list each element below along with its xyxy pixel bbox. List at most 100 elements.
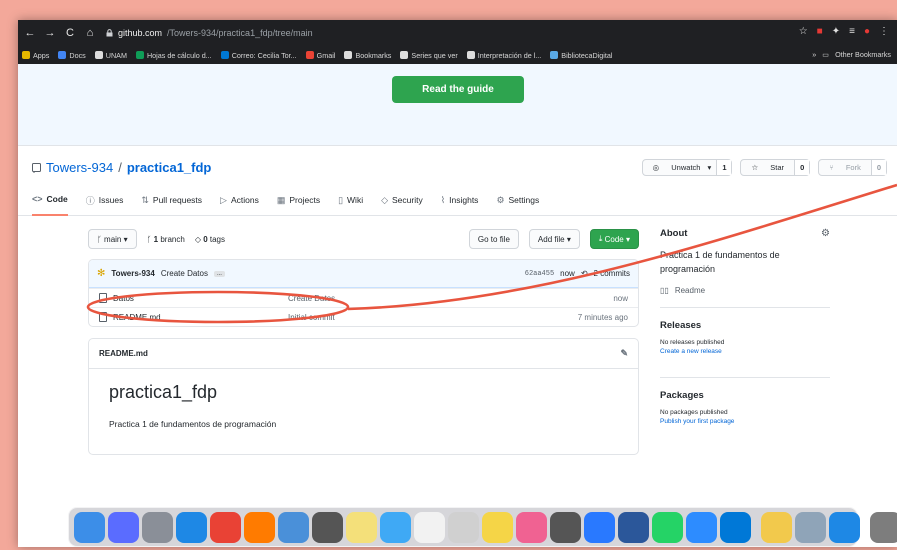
bookmark-label: Interpretación de l...	[477, 50, 542, 60]
tab-insights[interactable]: ⌇ Insights	[441, 184, 479, 216]
readme-link[interactable]: ▯▯ Readme	[660, 286, 830, 295]
code-button[interactable]: ⤓ Code ▾	[589, 229, 639, 249]
dock-app-icon[interactable]	[312, 511, 343, 543]
dock-app-icon[interactable]	[618, 511, 649, 543]
repo-name-link[interactable]: practica1_fdp	[127, 160, 212, 175]
tab-icon: <>	[32, 194, 43, 204]
tab-code[interactable]: <> Code	[32, 184, 68, 216]
dock-app-icon[interactable]	[482, 511, 513, 543]
bookmark-item[interactable]: Apps	[22, 51, 49, 60]
dock-app-icon[interactable]	[176, 511, 207, 543]
dock-app-icon[interactable]	[414, 511, 445, 543]
dock-app-icon[interactable]	[550, 511, 581, 543]
bookmark-item[interactable]: Series que ver	[400, 50, 458, 60]
gear-icon[interactable]: ⚙	[821, 228, 830, 239]
divider	[660, 377, 830, 378]
tab-icon: ◇	[381, 194, 389, 205]
dock-app-icon[interactable]	[74, 511, 105, 543]
releases-title[interactable]: Releases	[660, 320, 830, 331]
go-to-file-button[interactable]: Go to file	[468, 229, 519, 249]
dock-app-icon[interactable]	[244, 511, 275, 543]
menu-icon[interactable]: ⋮	[879, 26, 889, 37]
dock-app-icon[interactable]	[346, 511, 377, 543]
reload-icon[interactable]: C	[62, 27, 78, 39]
file-name[interactable]: Datos	[113, 294, 288, 303]
author-avatar[interactable]: ✻	[97, 268, 105, 279]
dock-app-icon[interactable]	[584, 511, 615, 543]
tab-actions[interactable]: ▷ Actions	[220, 184, 259, 216]
dock-app-icon[interactable]	[795, 511, 826, 543]
repo-owner-link[interactable]: Towers-934	[46, 160, 113, 175]
about-title: About	[660, 228, 688, 239]
packages-title[interactable]: Packages	[660, 390, 830, 401]
dock-app-icon[interactable]	[108, 511, 139, 543]
tab-icon: ⌇	[440, 194, 446, 205]
bookmark-item[interactable]: Correo: Cecilia Tor...	[220, 51, 297, 60]
tab-pull-requests[interactable]: ⇅ Pull requests	[141, 184, 202, 216]
file-commit-message[interactable]: Create Datos	[288, 294, 613, 303]
bookmark-item[interactable]: UNAM	[94, 50, 127, 60]
bookmark-item[interactable]: Interpretación de l...	[466, 50, 542, 60]
address-bar[interactable]: github.com/Towers-934/practica1_fdp/tree…	[106, 28, 313, 38]
publish-package-link[interactable]: Publish your first package	[660, 418, 830, 425]
profile-avatar[interactable]: ●	[864, 26, 870, 37]
star-button[interactable]: ☆ Star 0	[740, 159, 811, 176]
tab-label: Issues	[98, 195, 124, 205]
file-row[interactable]: README.md Initial commit 7 minutes ago	[89, 307, 638, 326]
file-name[interactable]: README.md	[113, 313, 288, 322]
branches-link[interactable]: ᚴ 1 branch	[147, 235, 185, 244]
tab-projects[interactable]: ▦ Projects	[277, 184, 320, 216]
bookmark-item[interactable]: Bookmarks	[344, 51, 391, 60]
dock-app-icon[interactable]	[380, 511, 411, 543]
dock-app-icon[interactable]	[278, 511, 309, 543]
back-icon[interactable]: ←	[22, 27, 38, 39]
commit-sha[interactable]: 62aa455	[525, 270, 554, 278]
dock-app-icon[interactable]	[870, 511, 897, 543]
home-icon[interactable]: ⌂	[82, 27, 98, 39]
tab-security[interactable]: ◇ Security	[381, 184, 423, 216]
bookmarks-overflow[interactable]: »	[812, 50, 816, 59]
dock-app-icon[interactable]	[829, 511, 860, 543]
watch-button[interactable]: ◎ Unwatch ▾ 1	[641, 159, 733, 176]
dock-app-icon[interactable]	[210, 511, 241, 543]
commit-author[interactable]: Towers-934	[111, 269, 154, 278]
bookmark-item[interactable]: BibliotecaDigital	[550, 51, 612, 60]
tab-wiki[interactable]: ▯ Wiki	[338, 184, 363, 216]
packages-none: No packages published	[660, 409, 728, 416]
dock-app-icon[interactable]	[761, 511, 792, 543]
file-browser: ✻ Towers-934 Create Datos ... 62aa455 no…	[88, 259, 639, 327]
dock-app-icon[interactable]	[652, 511, 683, 543]
tags-link[interactable]: ◇ 0 tags	[195, 235, 225, 244]
bookmark-label: Docs	[69, 50, 86, 60]
dock-app-icon[interactable]	[448, 511, 479, 543]
star-bookmark-icon[interactable]: ☆	[799, 26, 808, 37]
forward-icon[interactable]: →	[42, 27, 58, 39]
extension-icon[interactable]: ■	[817, 26, 823, 37]
branch-select[interactable]: ᚴ main ▾	[88, 229, 137, 249]
dock-app-icon[interactable]	[142, 511, 173, 543]
puzzle-icon[interactable]: ✦	[832, 26, 840, 37]
url-host: github.com	[118, 28, 163, 38]
bookmark-item[interactable]: Docs	[58, 50, 86, 60]
commit-message[interactable]: Create Datos	[161, 269, 208, 278]
dock-app-icon[interactable]	[516, 511, 547, 543]
fork-button[interactable]: ⑂ Fork 0	[818, 159, 887, 176]
read-guide-button[interactable]: Read the guide	[392, 76, 524, 103]
reading-list-icon[interactable]: ≡	[849, 26, 855, 37]
bookmark-item[interactable]: Hojas de cálculo d...	[135, 51, 212, 60]
tab-settings[interactable]: ⚙ Settings	[496, 184, 539, 216]
add-file-button[interactable]: Add file ▾	[528, 229, 580, 249]
bookmark-item[interactable]: Gmail	[305, 51, 335, 60]
file-commit-message[interactable]: Initial commit	[288, 313, 578, 322]
bookmark-label: UNAM	[105, 50, 127, 60]
dock-app-icon[interactable]	[720, 511, 751, 543]
bookmark-label: Series que ver	[411, 50, 458, 60]
create-release-link[interactable]: Create a new release	[660, 348, 830, 355]
file-row[interactable]: Datos Create Datos now	[89, 288, 638, 307]
tab-issues[interactable]: ⓘ Issues	[86, 184, 124, 216]
commits-link[interactable]: 2 commits	[594, 269, 630, 278]
commit-more-button[interactable]: ...	[213, 270, 225, 277]
other-bookmarks[interactable]: » ▭ Other Bookmarks	[812, 50, 891, 59]
edit-pencil-icon[interactable]: ✎	[620, 348, 628, 359]
dock-app-icon[interactable]	[686, 511, 717, 543]
